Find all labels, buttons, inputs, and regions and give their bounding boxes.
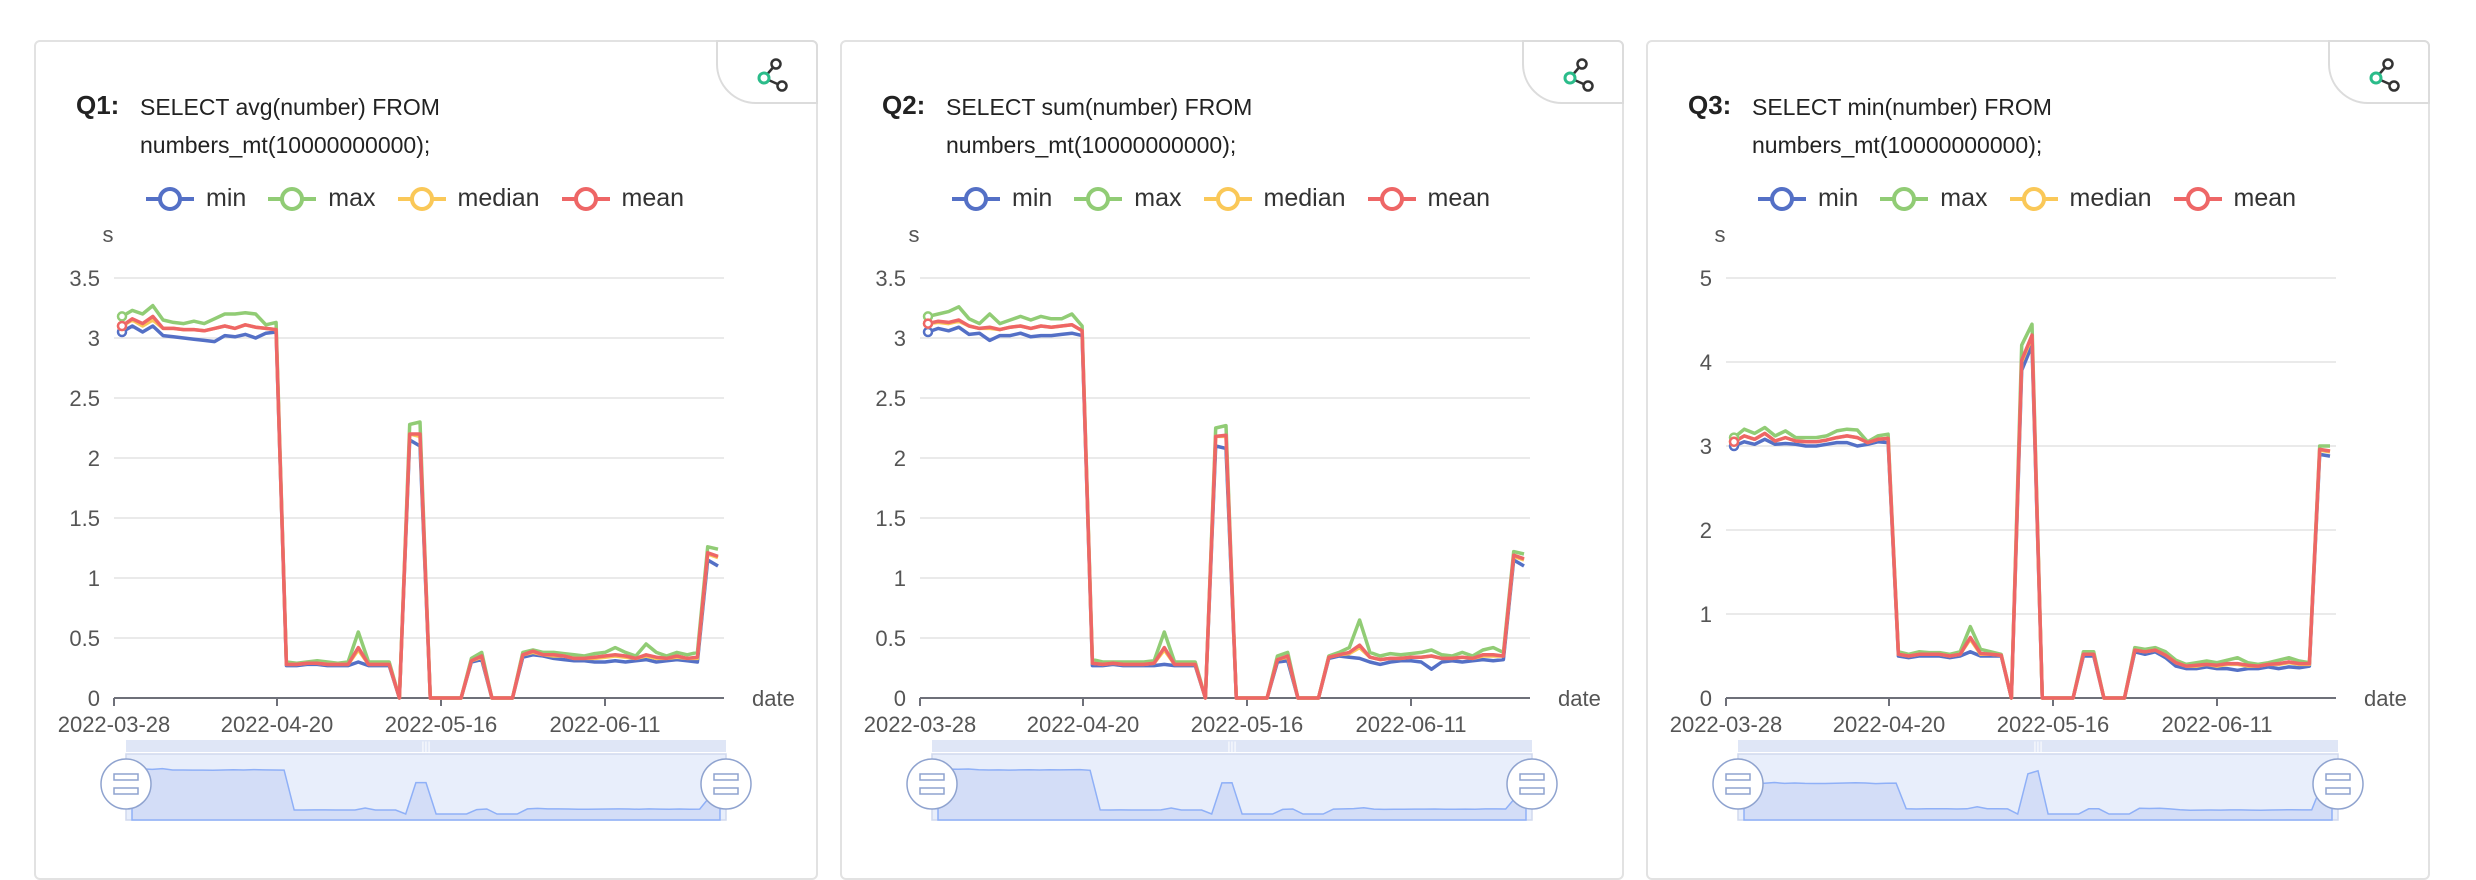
y-tick-label: 2: [894, 446, 906, 471]
y-tick-label: 1.5: [875, 506, 906, 531]
zoom-grip-icon[interactable]: |||: [2033, 739, 2042, 753]
y-tick-label: 0: [894, 686, 906, 711]
data-point: [1728, 436, 1740, 448]
x-tick-label: 2022-03-28: [58, 712, 171, 737]
x-tick-label: 2022-06-11: [550, 712, 661, 737]
x-axis-label: date: [2364, 686, 2407, 711]
series-line-min: [927, 325, 1525, 700]
zoom-handle-right[interactable]: [2312, 758, 2364, 810]
line-chart: 0 0.5 1 1.5 2 2.5 3 3.5s 2022-03-28 2022-04-20 202…: [58, 222, 795, 821]
line-chart: 0 1 2 3 4 5s 2022-03-28 2022-04-20 2022-05-16 202…: [1670, 222, 2407, 821]
dashboard: Q1: SELECT avg(number) FROM numbers_mt(10…: [0, 0, 2476, 880]
y-tick-label: 3: [894, 326, 906, 351]
x-tick-label: 2022-03-28: [1670, 712, 1783, 737]
y-tick-label: 1.5: [69, 506, 100, 531]
y-axis-label: s: [1715, 222, 1726, 247]
x-tick-label: 2022-05-16: [385, 712, 498, 737]
data-point: [116, 311, 128, 322]
chart-card-1: Q1: SELECT avg(number) FROM numbers_mt(10…: [34, 40, 818, 880]
series-line-median: [121, 318, 719, 700]
data-point: [922, 318, 934, 329]
y-tick-label: 3: [1700, 434, 1712, 459]
y-tick-label: 2.5: [69, 386, 100, 411]
zoom-handle-left[interactable]: [1712, 758, 1764, 810]
x-axis-label: date: [752, 686, 795, 711]
y-tick-label: 4: [1700, 350, 1712, 375]
series-line-min: [121, 324, 719, 700]
x-tick-label: 2022-04-20: [1027, 712, 1140, 737]
y-tick-label: 0.5: [69, 626, 100, 651]
chart-card-2: Q2: SELECT sum(number) FROM numbers_mt(10…: [840, 40, 1624, 880]
y-tick-label: 3.5: [875, 266, 906, 291]
zoom-grip-icon[interactable]: |||: [421, 739, 430, 753]
y-tick-label: 5: [1700, 266, 1712, 291]
series-line-max: [927, 305, 1525, 700]
y-tick-label: 0: [88, 686, 100, 711]
y-tick-label: 2: [88, 446, 100, 471]
y-tick-label: 1: [1700, 602, 1712, 627]
y-tick-label: 3.5: [69, 266, 100, 291]
zoom-handle-left[interactable]: [100, 758, 152, 810]
y-tick-label: 3: [88, 326, 100, 351]
y-tick-label: 0: [1700, 686, 1712, 711]
zoom-handle-right[interactable]: [1506, 758, 1558, 810]
y-tick-label: 2.5: [875, 386, 906, 411]
x-tick-label: 2022-06-11: [2162, 712, 2273, 737]
x-tick-label: 2022-03-28: [864, 712, 977, 737]
x-tick-label: 2022-04-20: [1833, 712, 1946, 737]
zoom-grip-icon[interactable]: |||: [1227, 739, 1236, 753]
x-tick-label: 2022-05-16: [1997, 712, 2110, 737]
x-tick-label: 2022-06-11: [1356, 712, 1467, 737]
series-line-mean: [120, 314, 719, 700]
x-tick-label: 2022-04-20: [221, 712, 334, 737]
y-tick-label: 0.5: [875, 626, 906, 651]
series-line-mean: [1733, 333, 2331, 700]
zoom-handle-right[interactable]: [700, 758, 752, 810]
y-tick-label: 1: [88, 566, 100, 591]
y-axis-label: s: [909, 222, 920, 247]
series-line-max: [121, 303, 719, 700]
zoom-handle-left[interactable]: [906, 758, 958, 810]
chart-card-3: Q3: SELECT min(number) FROM numbers_mt(10…: [1646, 40, 2430, 880]
line-chart: 0 0.5 1 1.5 2 2.5 3 3.5s 2022-03-28 2022-04-20 202…: [864, 222, 1601, 821]
series-line-mean: [927, 318, 1525, 700]
data-point: [922, 326, 934, 338]
y-tick-label: 1: [894, 566, 906, 591]
series-line-median: [927, 319, 1525, 700]
y-tick-label: 2: [1700, 518, 1712, 543]
y-axis-label: s: [103, 222, 114, 247]
x-tick-label: 2022-05-16: [1191, 712, 1304, 737]
x-axis-label: date: [1558, 686, 1601, 711]
data-point: [116, 320, 128, 332]
